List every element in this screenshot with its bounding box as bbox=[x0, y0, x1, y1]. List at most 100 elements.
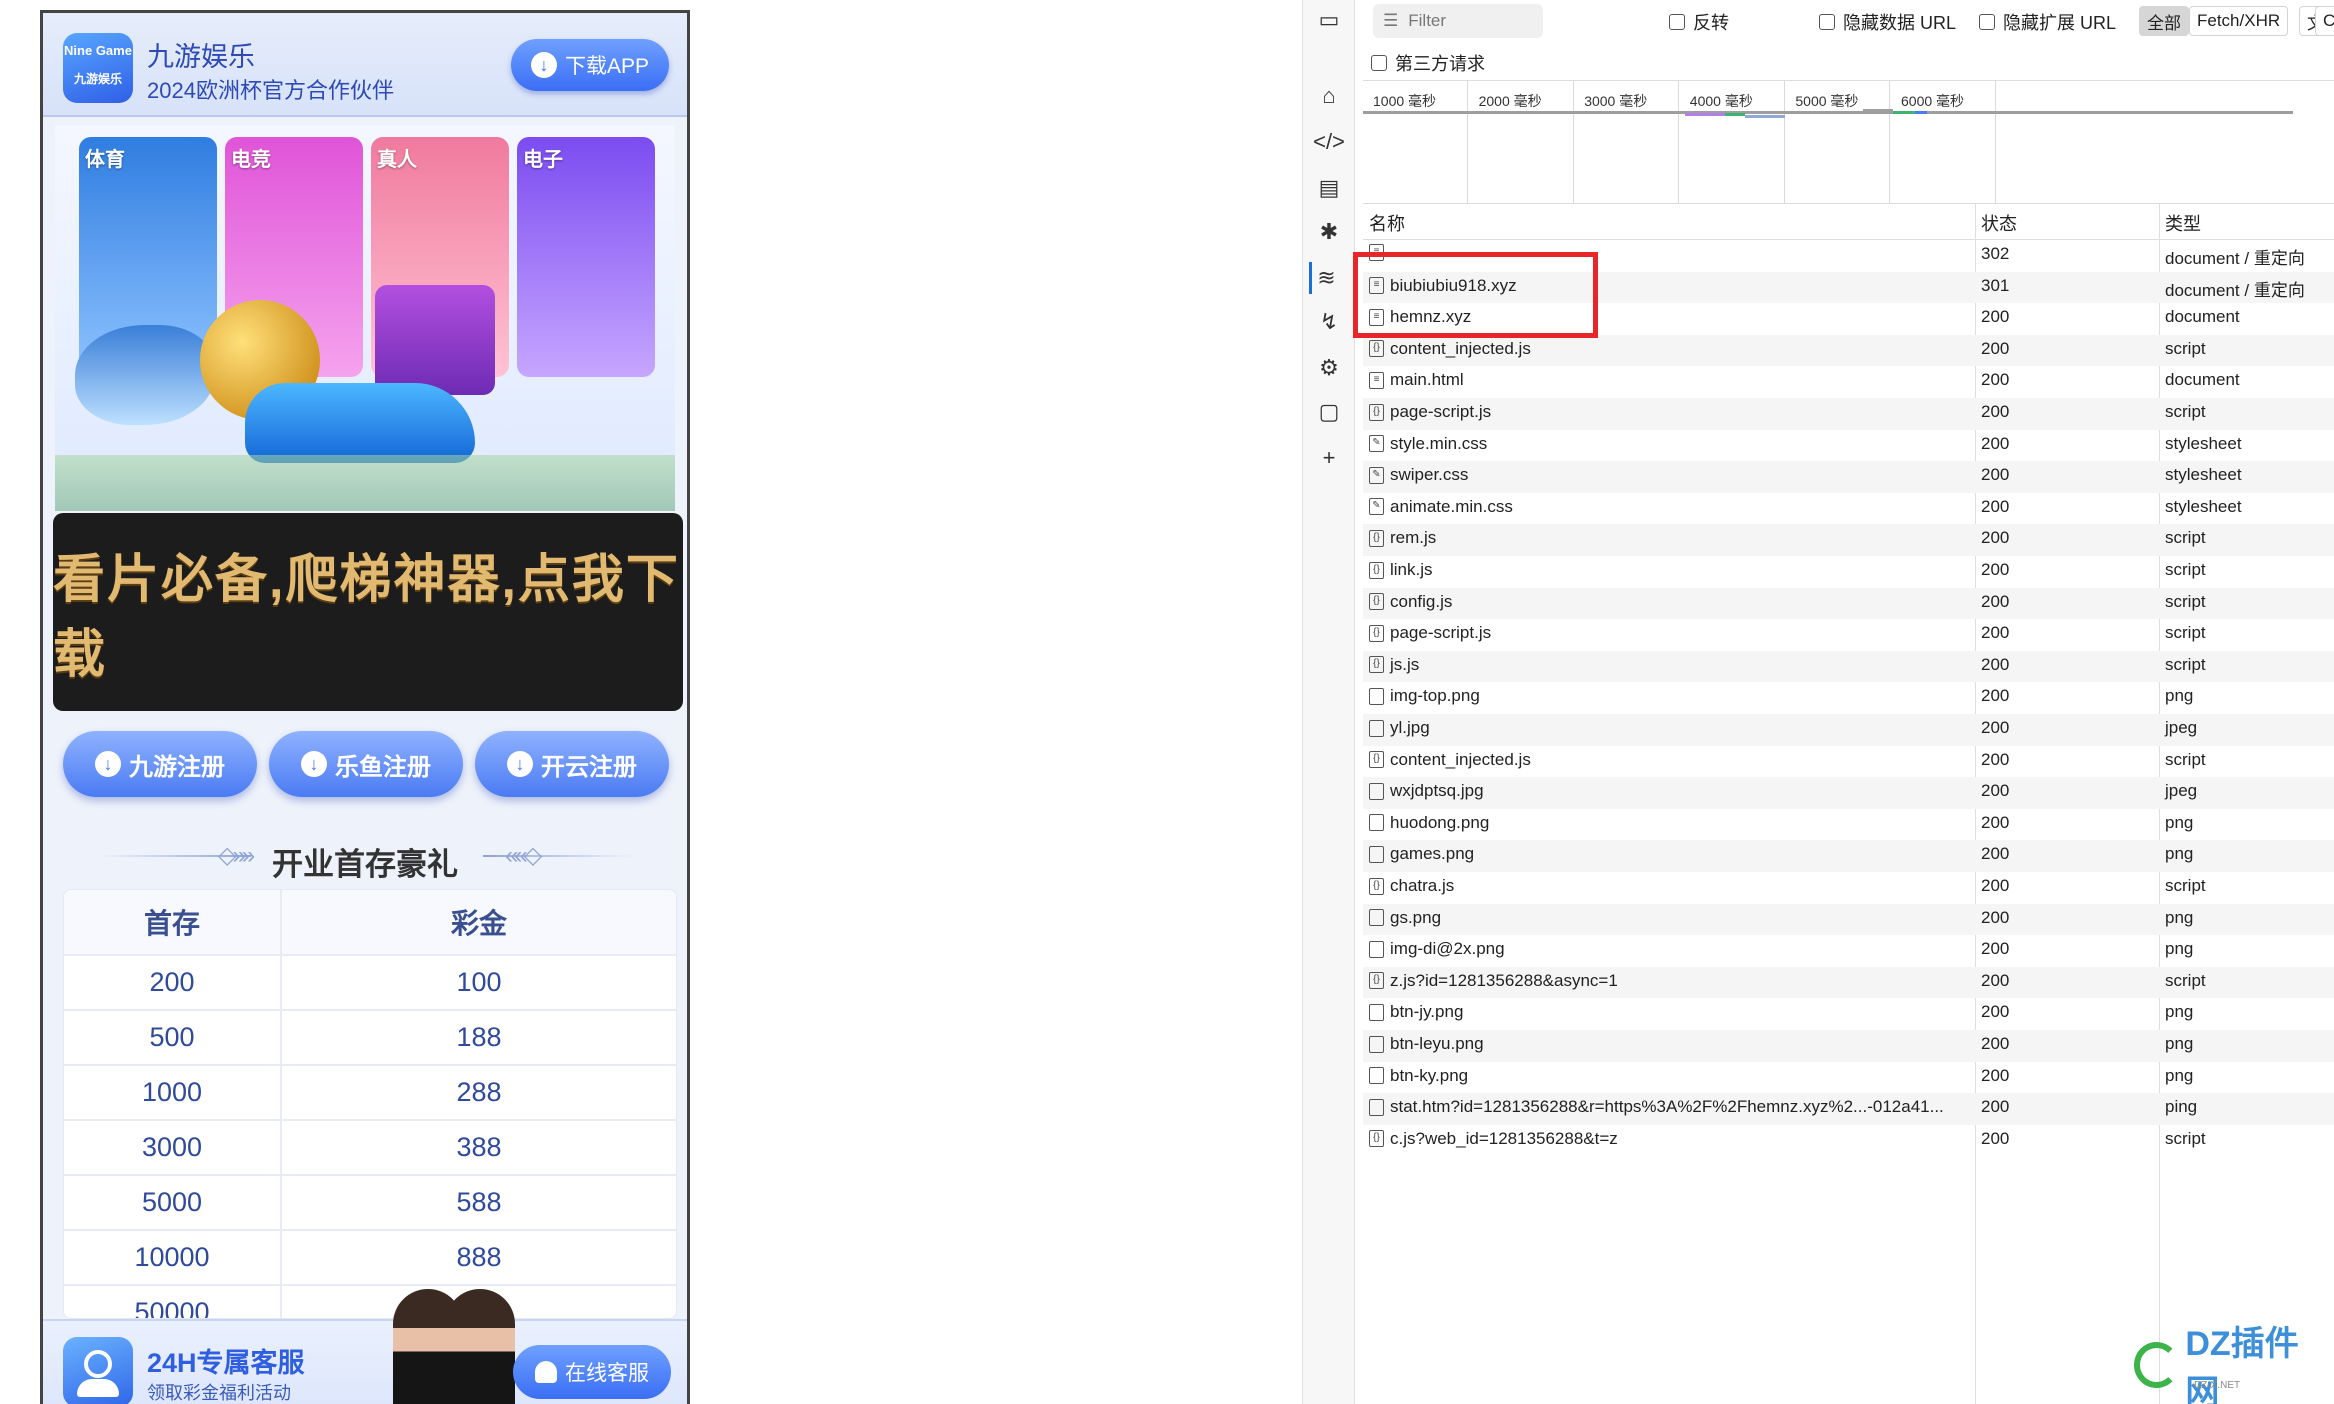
request-row[interactable]: ✎ animate.min.css 200 stylesheet bbox=[1363, 493, 2334, 525]
script-icon: {} bbox=[1369, 656, 1384, 674]
request-row[interactable]: ✎ style.min.css 200 stylesheet bbox=[1363, 430, 2334, 462]
request-name-cell: {} content_injected.js bbox=[1369, 339, 1977, 359]
request-status: 200 bbox=[1981, 1002, 2010, 1022]
request-row[interactable]: {} chatra.js 200 script bbox=[1363, 872, 2334, 904]
settings-gear-icon[interactable]: ⚙ bbox=[1313, 352, 1345, 384]
timeline-request-bar bbox=[1725, 113, 1745, 116]
request-status: 200 bbox=[1981, 496, 2010, 516]
timeline-request-bar bbox=[1745, 115, 1785, 118]
request-row[interactable]: ✎ swiper.css 200 stylesheet bbox=[1363, 461, 2334, 493]
category-card-slots[interactable]: 电子 bbox=[517, 137, 655, 377]
checkbox-box[interactable] bbox=[1669, 14, 1685, 30]
hide-extension-url-checkbox[interactable]: 隐藏扩展 URL bbox=[1979, 9, 2116, 35]
invert-checkbox[interactable]: 反转 bbox=[1669, 9, 1729, 35]
type-filter-fetch-xhr[interactable]: Fetch/XHR bbox=[2189, 6, 2289, 36]
request-status: 200 bbox=[1981, 370, 2010, 390]
request-row[interactable]: {} z.js?id=1281356288&async=1 200 script bbox=[1363, 966, 2334, 999]
filter-input[interactable]: ☰ Filter bbox=[1373, 4, 1543, 38]
console-icon[interactable]: ▤ bbox=[1313, 172, 1345, 204]
request-row[interactable]: btn-leyu.png 200 png bbox=[1363, 1030, 2334, 1062]
request-row[interactable]: games.png 200 png bbox=[1363, 840, 2334, 872]
timeline-gridline bbox=[1678, 81, 1680, 205]
network-wifi-icon[interactable]: ≋ bbox=[1309, 262, 1341, 294]
bonus-table: 首存 彩金 200 100 500 188 1000 288 3000 388 5000 588 1… bbox=[63, 889, 677, 1319]
hide-extension-url-label: 隐藏扩展 URL bbox=[2003, 13, 2117, 33]
elements-code-icon[interactable]: </> bbox=[1313, 126, 1345, 158]
type-filter-css[interactable]: CSS bbox=[2315, 6, 2334, 36]
network-toolbar-secondary: 第三方请求 bbox=[1355, 44, 2334, 80]
column-header-name[interactable]: 名称 bbox=[1369, 210, 1405, 236]
register-button-kaiyun[interactable]: ↓ 开云注册 bbox=[475, 731, 669, 797]
request-row[interactable]: stat.htm?id=1281356288&r=https%3A%2F%2Fh… bbox=[1363, 1093, 2334, 1125]
bug-icon[interactable]: ✱ bbox=[1313, 216, 1345, 248]
request-row[interactable]: {} content_injected.js 200 script bbox=[1363, 334, 2334, 367]
application-window-icon[interactable]: ▢ bbox=[1313, 396, 1345, 428]
request-row[interactable]: {} link.js 200 script bbox=[1363, 556, 2334, 588]
toggle-panel-icon[interactable]: ▭ bbox=[1313, 4, 1345, 36]
request-row[interactable]: {} config.js 200 script bbox=[1363, 587, 2334, 620]
request-name: animate.min.css bbox=[1390, 496, 1513, 516]
request-status: 200 bbox=[1981, 686, 2010, 706]
request-type: stylesheet bbox=[2165, 465, 2242, 485]
column-header-status[interactable]: 状态 bbox=[1981, 210, 2017, 236]
network-timeline-overview[interactable]: 1000 毫秒 2000 毫秒 3000 毫秒 4000 毫秒 5000 毫秒 6000 … bbox=[1363, 80, 2334, 205]
request-row[interactable]: wxjdptsq.jpg 200 jpeg bbox=[1363, 777, 2334, 809]
request-row[interactable]: ≡ main.html 200 document bbox=[1363, 366, 2334, 398]
timeline-gridline bbox=[1995, 81, 1996, 205]
bonus-row: 3000 388 bbox=[64, 1121, 676, 1176]
customer-service-icon bbox=[63, 1337, 133, 1404]
image-file-icon bbox=[1369, 1067, 1384, 1085]
timeline-gridline bbox=[1889, 81, 1891, 205]
performance-icon[interactable]: ↯ bbox=[1313, 306, 1345, 338]
script-icon: {} bbox=[1369, 751, 1384, 769]
document-icon: ≡ bbox=[1369, 371, 1384, 389]
request-row[interactable]: yl.jpg 200 jpeg bbox=[1363, 714, 2334, 746]
timeline-request-bar bbox=[1363, 111, 2293, 114]
checkbox-box[interactable] bbox=[1819, 14, 1835, 30]
online-service-button[interactable]: 在线客服 bbox=[513, 1345, 671, 1399]
invert-label: 反转 bbox=[1693, 13, 1729, 33]
script-icon: {} bbox=[1369, 624, 1384, 642]
request-row[interactable]: btn-ky.png 200 png bbox=[1363, 1062, 2334, 1094]
request-row[interactable]: gs.png 200 png bbox=[1363, 903, 2334, 936]
column-header-type[interactable]: 类型 bbox=[2165, 210, 2201, 236]
register-button-leyu[interactable]: ↓ 乐鱼注册 bbox=[269, 731, 463, 797]
request-row[interactable]: img-top.png 200 png bbox=[1363, 682, 2334, 714]
checkbox-box[interactable] bbox=[1371, 55, 1387, 71]
request-row[interactable]: {} page-script.js 200 script bbox=[1363, 619, 2334, 651]
shark-illustration bbox=[75, 325, 215, 425]
home-icon[interactable]: ⌂ bbox=[1313, 80, 1345, 112]
script-icon: {} bbox=[1369, 877, 1384, 895]
request-name: content_injected.js bbox=[1390, 749, 1531, 769]
ad-banner[interactable]: 看片必备,爬梯神器,点我下载 bbox=[53, 513, 683, 711]
timeline-tick-label: 4000 毫秒 bbox=[1689, 93, 1753, 109]
app-logo: Nine Game 九游娱乐 bbox=[63, 33, 133, 103]
request-row[interactable]: huodong.png 200 png bbox=[1363, 809, 2334, 841]
request-name-cell: ✎ swiper.css bbox=[1369, 465, 1977, 485]
request-row[interactable]: {} content_injected.js 200 script bbox=[1363, 746, 2334, 778]
add-tool-icon[interactable]: + bbox=[1313, 442, 1345, 474]
request-row[interactable]: {} js.js 200 script bbox=[1363, 650, 2334, 683]
request-row[interactable]: img-di@2x.png 200 png bbox=[1363, 935, 2334, 967]
request-name-cell: ✎ animate.min.css bbox=[1369, 497, 1977, 517]
hide-data-url-checkbox[interactable]: 隐藏数据 URL bbox=[1819, 9, 1956, 35]
download-app-button[interactable]: ↓ 下载APP bbox=[511, 39, 669, 91]
game-category-banner[interactable]: 体育 电竞 真人 电子 bbox=[55, 125, 675, 511]
online-service-label: 在线客服 bbox=[565, 1362, 649, 1385]
request-row[interactable]: {} rem.js 200 script bbox=[1363, 524, 2334, 556]
filter-icon: ☰ bbox=[1383, 11, 1399, 30]
bonus-table-header: 首存 彩金 bbox=[64, 890, 676, 956]
checkbox-box[interactable] bbox=[1979, 14, 1995, 30]
filter-placeholder: Filter bbox=[1408, 11, 1447, 30]
third-party-checkbox[interactable]: 第三方请求 bbox=[1371, 50, 1485, 76]
type-filter-all[interactable]: 全部 bbox=[2139, 6, 2189, 36]
timeline-tick-label: 1000 毫秒 bbox=[1373, 93, 1437, 109]
screenshot-root: Nine Game 九游娱乐 九游娱乐 2024欧洲杯官方合作伙伴 ↓ 下载AP… bbox=[0, 0, 2334, 1404]
request-row[interactable]: {} c.js?web_id=1281356288&t=z 200 script bbox=[1363, 1125, 2334, 1157]
request-row[interactable]: btn-jy.png 200 png bbox=[1363, 998, 2334, 1030]
bonus-cell: 388 bbox=[456, 1132, 502, 1162]
request-row[interactable]: {} page-script.js 200 script bbox=[1363, 398, 2334, 430]
register-button-jiuyou[interactable]: ↓ 九游注册 bbox=[63, 731, 257, 797]
request-type: jpeg bbox=[2165, 718, 2198, 737]
request-name-cell: {} c.js?web_id=1281356288&t=z bbox=[1369, 1129, 1977, 1149]
